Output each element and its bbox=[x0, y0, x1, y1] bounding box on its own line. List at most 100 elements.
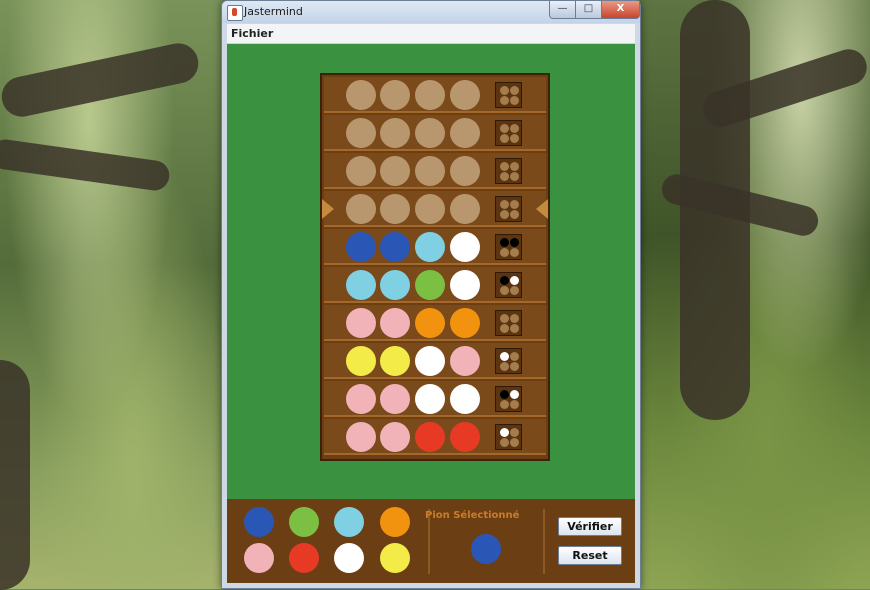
feedback-pin bbox=[500, 276, 509, 285]
peg-cyan[interactable] bbox=[415, 232, 445, 262]
palette-peg-blue[interactable] bbox=[244, 507, 274, 537]
feedback-pin bbox=[500, 200, 509, 209]
minimize-button[interactable]: — bbox=[549, 1, 576, 19]
peg-orange[interactable] bbox=[415, 308, 445, 338]
feedback-pin bbox=[510, 276, 519, 285]
peg-cyan[interactable] bbox=[346, 270, 376, 300]
peg-slot[interactable] bbox=[346, 194, 376, 224]
feedback-box bbox=[495, 348, 522, 374]
close-button[interactable]: X bbox=[601, 1, 640, 19]
feedback-box bbox=[495, 82, 522, 108]
feedback-pin bbox=[500, 362, 509, 371]
peg-slot[interactable] bbox=[450, 156, 480, 186]
peg-pink[interactable] bbox=[380, 308, 410, 338]
peg-white[interactable] bbox=[415, 346, 445, 376]
feedback-pin bbox=[500, 314, 509, 323]
peg-orange[interactable] bbox=[450, 308, 480, 338]
feedback-pin bbox=[500, 390, 509, 399]
game-board bbox=[320, 73, 550, 461]
peg-pink[interactable] bbox=[346, 308, 376, 338]
feedback-pin bbox=[510, 162, 519, 171]
peg-slot[interactable] bbox=[380, 156, 410, 186]
feedback-box bbox=[495, 310, 522, 336]
peg-slot[interactable] bbox=[346, 80, 376, 110]
game-window: Jastermind — □ X Fichier Pion Sélectionn… bbox=[221, 0, 641, 589]
feedback-pin bbox=[510, 438, 519, 447]
menu-bar: Fichier bbox=[227, 24, 635, 44]
peg-yellow[interactable] bbox=[380, 346, 410, 376]
peg-white[interactable] bbox=[450, 270, 480, 300]
peg-slot[interactable] bbox=[346, 156, 376, 186]
reset-button[interactable]: Reset bbox=[558, 546, 622, 565]
feedback-box bbox=[495, 272, 522, 298]
peg-white[interactable] bbox=[415, 384, 445, 414]
peg-slot[interactable] bbox=[450, 118, 480, 148]
feedback-pin bbox=[510, 200, 519, 209]
palette-peg-green[interactable] bbox=[289, 507, 319, 537]
peg-slot[interactable] bbox=[450, 194, 480, 224]
selected-peg bbox=[471, 534, 501, 564]
peg-white[interactable] bbox=[450, 232, 480, 262]
palette-peg-red[interactable] bbox=[289, 543, 319, 573]
guess-row bbox=[324, 115, 546, 151]
peg-slot[interactable] bbox=[380, 80, 410, 110]
peg-yellow[interactable] bbox=[346, 346, 376, 376]
feedback-pin bbox=[500, 248, 509, 257]
feedback-box bbox=[495, 234, 522, 260]
menu-fichier[interactable]: Fichier bbox=[231, 27, 273, 40]
feedback-pin bbox=[510, 314, 519, 323]
peg-slot[interactable] bbox=[346, 118, 376, 148]
peg-slot[interactable] bbox=[415, 118, 445, 148]
palette-peg-orange[interactable] bbox=[380, 507, 410, 537]
feedback-box bbox=[495, 424, 522, 450]
palette-peg-pink[interactable] bbox=[244, 543, 274, 573]
guess-row bbox=[324, 343, 546, 379]
feedback-pin bbox=[500, 162, 509, 171]
peg-slot[interactable] bbox=[380, 194, 410, 224]
feedback-pin bbox=[510, 238, 519, 247]
feedback-pin bbox=[510, 96, 519, 105]
guess-row bbox=[324, 229, 546, 265]
feedback-pin bbox=[510, 400, 519, 409]
active-row-arrow-left-icon bbox=[322, 199, 334, 219]
palette-peg-white[interactable] bbox=[334, 543, 364, 573]
peg-red[interactable] bbox=[415, 422, 445, 452]
control-panel: Pion Sélectionné Vérifier Reset bbox=[227, 499, 635, 583]
feedback-pin bbox=[500, 134, 509, 143]
peg-cyan[interactable] bbox=[380, 270, 410, 300]
verify-button[interactable]: Vérifier bbox=[558, 517, 622, 536]
feedback-pin bbox=[510, 134, 519, 143]
guess-row bbox=[324, 267, 546, 303]
feedback-pin bbox=[510, 248, 519, 257]
peg-blue[interactable] bbox=[380, 232, 410, 262]
peg-red[interactable] bbox=[450, 422, 480, 452]
maximize-button[interactable]: □ bbox=[575, 1, 602, 19]
peg-white[interactable] bbox=[450, 384, 480, 414]
feedback-pin bbox=[510, 390, 519, 399]
feedback-pin bbox=[510, 428, 519, 437]
guess-row bbox=[324, 419, 546, 455]
close-icon: X bbox=[616, 3, 625, 14]
peg-slot[interactable] bbox=[380, 118, 410, 148]
peg-slot[interactable] bbox=[415, 156, 445, 186]
peg-pink[interactable] bbox=[380, 422, 410, 452]
peg-pink[interactable] bbox=[450, 346, 480, 376]
minimize-icon: — bbox=[557, 3, 568, 14]
guess-row bbox=[322, 191, 548, 227]
peg-pink[interactable] bbox=[346, 384, 376, 414]
peg-slot[interactable] bbox=[415, 194, 445, 224]
feedback-pin bbox=[500, 86, 509, 95]
peg-slot[interactable] bbox=[450, 80, 480, 110]
feedback-box bbox=[495, 386, 522, 412]
desktop-background-right bbox=[640, 0, 870, 589]
palette-peg-yellow[interactable] bbox=[380, 543, 410, 573]
feedback-pin bbox=[510, 286, 519, 295]
peg-pink[interactable] bbox=[346, 422, 376, 452]
peg-green[interactable] bbox=[415, 270, 445, 300]
feedback-box bbox=[495, 120, 522, 146]
feedback-pin bbox=[510, 172, 519, 181]
peg-pink[interactable] bbox=[380, 384, 410, 414]
peg-blue[interactable] bbox=[346, 232, 376, 262]
peg-slot[interactable] bbox=[415, 80, 445, 110]
palette-peg-cyan[interactable] bbox=[334, 507, 364, 537]
